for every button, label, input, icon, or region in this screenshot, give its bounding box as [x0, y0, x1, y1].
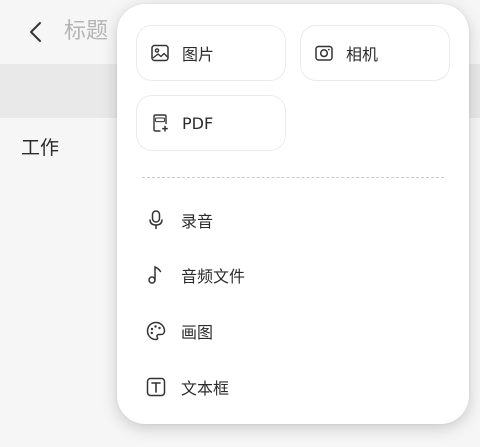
audio-file-item[interactable]: 音频文件: [145, 258, 435, 292]
palette-icon: [146, 321, 166, 341]
text-box-item[interactable]: 文本框: [145, 370, 435, 404]
chevron-left-icon: [30, 22, 41, 42]
draw-label: 画图: [181, 323, 214, 342]
insert-camera-button[interactable]: 相机: [300, 25, 450, 81]
insert-menu-popup: 图片 相机 PDF 录音 音频文件 画图 文本框: [117, 4, 469, 424]
menu-divider: [142, 177, 444, 178]
page-title[interactable]: 标题: [64, 19, 108, 45]
insert-pdf-button[interactable]: PDF: [136, 95, 286, 151]
insert-image-label: 图片: [182, 45, 215, 64]
draw-item[interactable]: 画图: [145, 314, 435, 348]
record-audio-label: 录音: [181, 212, 214, 231]
text-box-icon: [146, 377, 166, 397]
microphone-icon: [149, 210, 163, 229]
insert-camera-label: 相机: [346, 45, 379, 64]
audio-file-label: 音频文件: [181, 267, 246, 286]
image-icon: [151, 44, 169, 62]
note-body-text[interactable]: 工作: [21, 136, 59, 160]
camera-icon: [315, 45, 333, 61]
pdf-icon: [153, 114, 168, 132]
record-audio-item[interactable]: 录音: [145, 203, 435, 237]
back-button[interactable]: [26, 20, 48, 44]
insert-pdf-label: PDF: [182, 113, 214, 133]
music-note-icon: [148, 265, 162, 284]
text-box-label: 文本框: [181, 379, 230, 398]
insert-image-button[interactable]: 图片: [136, 25, 286, 81]
